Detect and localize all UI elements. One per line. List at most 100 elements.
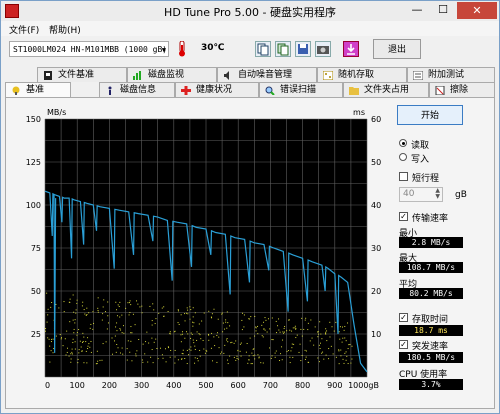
access-point bbox=[347, 322, 349, 324]
access-point bbox=[199, 355, 201, 357]
access-point bbox=[199, 349, 201, 351]
access-point bbox=[118, 306, 120, 308]
access-point bbox=[236, 357, 238, 359]
access-point bbox=[191, 333, 193, 335]
access-point bbox=[343, 329, 345, 331]
access-point bbox=[342, 358, 344, 360]
access-point bbox=[89, 327, 91, 329]
access-point bbox=[72, 342, 74, 344]
access-point bbox=[121, 332, 123, 334]
access-point bbox=[50, 350, 52, 352]
access-point bbox=[208, 339, 210, 341]
access-point bbox=[186, 349, 188, 351]
access-point bbox=[101, 359, 103, 361]
y-left-tick-label: 100 bbox=[26, 201, 41, 210]
access-point bbox=[269, 347, 271, 349]
access-point bbox=[322, 351, 324, 353]
access-time-checkbox[interactable]: ✓ bbox=[399, 313, 408, 322]
access-point bbox=[192, 321, 194, 323]
access-point bbox=[151, 320, 153, 322]
access-point bbox=[84, 313, 86, 315]
access-point bbox=[177, 310, 179, 312]
access-point bbox=[62, 345, 64, 347]
access-point bbox=[87, 345, 89, 347]
x-tick-label: 500 bbox=[198, 381, 213, 390]
write-radio[interactable] bbox=[399, 153, 407, 161]
access-point bbox=[227, 363, 229, 365]
access-point bbox=[169, 356, 171, 358]
access-point bbox=[93, 322, 95, 324]
access-point bbox=[339, 338, 341, 340]
access-point bbox=[231, 341, 233, 343]
spin-arrows-icon: ▲ ▼ bbox=[435, 187, 440, 200]
y-left-tick-label: 150 bbox=[26, 115, 41, 124]
access-point bbox=[82, 340, 84, 342]
access-point bbox=[282, 331, 284, 333]
access-point bbox=[73, 328, 75, 330]
access-point bbox=[254, 315, 256, 317]
access-point bbox=[58, 307, 60, 309]
access-point bbox=[190, 346, 192, 348]
access-point bbox=[271, 355, 273, 357]
access-point bbox=[262, 362, 264, 364]
right-unit-label: ms bbox=[353, 108, 365, 117]
burst-rate-checkbox[interactable]: ✓ bbox=[399, 340, 408, 349]
access-point bbox=[283, 327, 285, 329]
access-point bbox=[254, 358, 256, 360]
access-point bbox=[254, 335, 256, 337]
access-point bbox=[116, 322, 118, 324]
access-point bbox=[351, 345, 353, 347]
access-point bbox=[289, 356, 291, 358]
access-point bbox=[317, 357, 319, 359]
access-point bbox=[97, 360, 99, 362]
transfer-rate-checkbox[interactable]: ✓ bbox=[399, 212, 408, 221]
access-point bbox=[251, 363, 253, 365]
access-point bbox=[325, 354, 327, 356]
access-point bbox=[77, 362, 79, 364]
access-point bbox=[325, 328, 327, 330]
access-point bbox=[258, 356, 260, 358]
access-point bbox=[281, 359, 283, 361]
access-point bbox=[226, 311, 228, 313]
access-point bbox=[50, 341, 52, 343]
access-point bbox=[258, 357, 260, 359]
short-stroke-checkbox[interactable] bbox=[399, 172, 408, 181]
start-button[interactable]: 开始 bbox=[397, 105, 463, 125]
access-point bbox=[86, 307, 88, 309]
access-point bbox=[129, 311, 131, 313]
access-point bbox=[141, 359, 143, 361]
access-point bbox=[72, 294, 74, 296]
read-radio[interactable] bbox=[399, 139, 407, 147]
access-point bbox=[332, 353, 334, 355]
access-point bbox=[159, 347, 161, 349]
short-stroke-input[interactable]: 40 ▲ ▼ bbox=[399, 187, 443, 202]
access-point bbox=[249, 318, 251, 320]
access-point bbox=[287, 349, 289, 351]
access-point bbox=[158, 312, 160, 314]
access-point bbox=[305, 356, 307, 358]
access-point bbox=[66, 351, 68, 353]
access-point bbox=[343, 362, 345, 364]
access-point bbox=[146, 331, 148, 333]
access-point bbox=[210, 316, 212, 318]
access-point bbox=[88, 312, 90, 314]
access-point bbox=[150, 356, 152, 358]
access-point bbox=[76, 299, 78, 301]
x-tick-label: 100 bbox=[70, 381, 85, 390]
access-point bbox=[254, 354, 256, 356]
access-point bbox=[52, 338, 54, 340]
access-point bbox=[117, 347, 119, 349]
access-point bbox=[81, 350, 83, 352]
access-point bbox=[226, 327, 228, 329]
access-point bbox=[194, 362, 196, 364]
access-point bbox=[206, 350, 208, 352]
access-point bbox=[233, 342, 235, 344]
access-point bbox=[200, 338, 202, 340]
y-right-tick-label: 50 bbox=[371, 158, 381, 167]
access-point bbox=[186, 307, 188, 309]
access-time-label: 存取时间 bbox=[412, 315, 449, 325]
access-point bbox=[59, 334, 61, 336]
access-point bbox=[239, 350, 241, 352]
access-point bbox=[68, 355, 70, 357]
access-point bbox=[130, 340, 132, 342]
